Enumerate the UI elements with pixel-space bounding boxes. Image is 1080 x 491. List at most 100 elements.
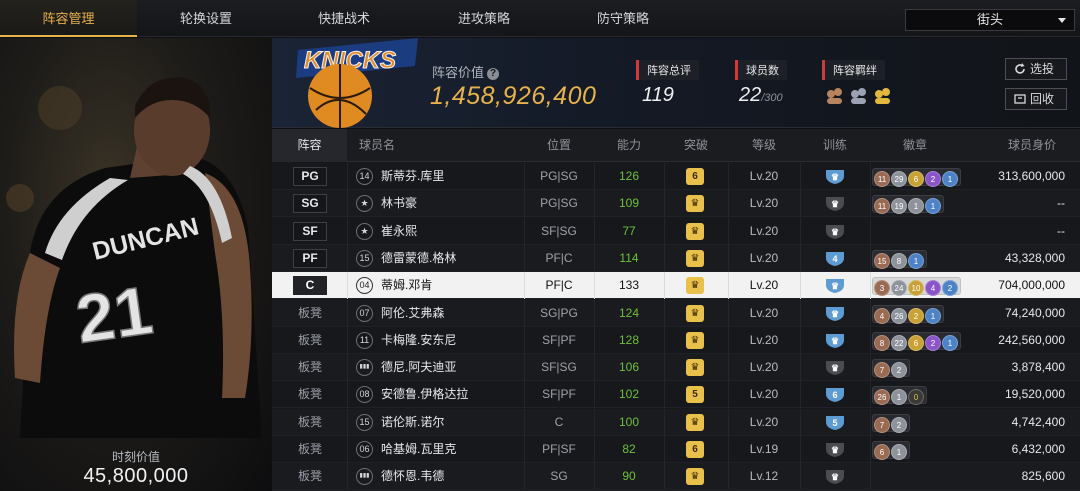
training-shield-icon[interactable]: ♛	[824, 168, 846, 185]
badge-bronze-icon: 3	[874, 280, 890, 297]
player-name[interactable]: 斯蒂芬.库里	[381, 163, 444, 190]
svg-text:♛: ♛	[831, 172, 839, 182]
tab-quick-tactics[interactable]: 快捷战术	[275, 0, 413, 37]
player-name[interactable]: 林书豪	[381, 190, 417, 217]
badge-group[interactable]: 11 29 6 2 1	[872, 168, 961, 187]
training-shield-icon[interactable]: ♛	[824, 277, 846, 294]
player-position: PG|SG	[540, 196, 578, 211]
player-name[interactable]: 蒂姆.邓肯	[381, 272, 432, 299]
badge-blue-icon: 1	[925, 307, 941, 324]
column-divider	[800, 190, 801, 218]
tab-lineup-management[interactable]: 阵容管理	[0, 0, 137, 37]
column-divider	[664, 463, 665, 491]
table-row[interactable]: 板凳 07 阿伦.艾弗森 SG|PG 124 ♛ Lv.20 ♛ 4 26 2 1 74,240,000	[272, 299, 1080, 327]
table-row[interactable]: 板凳 ▮▮▮ 德尼.阿夫迪亚 SF|SG 106 ♛ Lv.20 ♛ 7 2 3,878,400	[272, 354, 1080, 382]
training-shield-icon[interactable]: 5	[824, 414, 846, 431]
crown-icon: ♛	[686, 359, 704, 377]
badge-group[interactable]: 3 24 10 4 2	[872, 277, 961, 297]
badge-bronze-icon: 6	[874, 444, 890, 460]
player-level: Lv.20	[749, 332, 779, 347]
select-button[interactable]: 选投	[1005, 58, 1067, 80]
header-breakthrough: 突破	[683, 138, 708, 152]
training-shield-icon[interactable]: ♛	[824, 332, 846, 349]
svg-text:♛: ♛	[831, 309, 839, 319]
crown-icon: ♛	[686, 413, 704, 431]
training-shield-icon[interactable]: 4	[824, 250, 846, 267]
bench-label: 板凳	[297, 360, 322, 375]
training-locked-icon[interactable]: ♛	[824, 441, 846, 458]
badge-group[interactable]: 4 26 2 1	[872, 304, 944, 324]
badge-group[interactable]: 11 19 1 1	[872, 195, 944, 215]
player-name[interactable]: 安德鲁.伊格达拉	[381, 381, 468, 408]
badge-group[interactable]: 61	[872, 441, 910, 460]
table-row[interactable]: 板凳 15 诺伦斯.诺尔 C 100 ♛ Lv.20 5 7 2 4,742,400	[272, 408, 1080, 436]
breakthrough-badge: 5	[686, 386, 704, 404]
position-slot-sg[interactable]: SG	[293, 194, 327, 214]
training-locked-icon[interactable]: ♛	[824, 468, 846, 485]
player-ability: 124	[618, 305, 640, 320]
badge-group[interactable]: 8 22 6 2 1	[872, 331, 961, 351]
table-row[interactable]: 板凳 06 哈基姆.瓦里克 PF|SF 82 6 Lv.19 ♛ 6 1 6,432,000	[272, 436, 1080, 463]
tab-rotation-settings[interactable]: 轮换设置	[137, 0, 275, 37]
player-name[interactable]: 德雷蒙德.格林	[381, 245, 456, 272]
column-divider	[347, 190, 348, 218]
badge-group[interactable]: 26 1 0	[872, 386, 927, 406]
table-row[interactable]: SG ★ 林书豪 PG|SG 109 ♛ Lv.20 ♛ 11 19 1 1 --	[272, 190, 1080, 218]
player-level: Lv.20	[749, 414, 779, 429]
training-locked-icon[interactable]: ♛	[824, 359, 846, 376]
crown-icon: ♛	[686, 331, 704, 349]
help-icon[interactable]: ?	[487, 68, 500, 80]
badge-silver-icon: 24	[891, 280, 907, 297]
position-slot-c[interactable]: C	[293, 276, 327, 296]
position-slot-sf[interactable]: SF	[293, 221, 327, 241]
mode-dropdown[interactable]: 街头	[905, 9, 1075, 31]
table-row[interactable]: 板凳 ▮▮▮ 德怀恩.韦德 SG 90 ♛ Lv.12 ♛ 825,600	[272, 463, 1080, 491]
table-row[interactable]: PF 15 德雷蒙德.格林 PF|C 114 ♛ Lv.20 4 15 8 1 43,328,000	[272, 244, 1080, 272]
training-locked-icon[interactable]: ♛	[824, 223, 846, 240]
badge-dark-icon: 0	[908, 389, 924, 406]
training-locked-icon[interactable]: ♛	[824, 195, 846, 212]
header-player-name: 球员名	[358, 138, 395, 152]
column-divider	[800, 217, 801, 245]
badge-bronze-icon: 7	[874, 416, 890, 433]
training-shield-icon[interactable]: ♛	[824, 305, 846, 322]
lineup-summary: KNICKS 阵容价值? 1,458,926,400 阵容总评 119 球员数 …	[272, 38, 1080, 128]
table-row[interactable]: 板凳 08 安德鲁.伊格达拉 SF|PF 102 5 Lv.20 6 26 1 0 19,520,00…	[272, 381, 1080, 409]
column-divider	[870, 436, 871, 463]
player-name[interactable]: 德尼.阿夫迪亚	[381, 354, 456, 381]
badge-group[interactable]: 15 8 1	[872, 249, 927, 269]
player-ability: 100	[618, 414, 640, 429]
lineup-value-label: 阵容价值?	[432, 62, 500, 81]
player-name[interactable]: 德怀恩.韦德	[381, 463, 444, 490]
column-divider	[870, 463, 871, 491]
badge-group[interactable]: 72	[872, 413, 910, 433]
player-name[interactable]: 诺伦斯.诺尔	[381, 409, 444, 436]
breakthrough-badge: 6	[686, 168, 704, 185]
player-card[interactable]: DUNCAN 21 时刻价值 45,800,000	[0, 38, 272, 491]
table-row[interactable]: PG 14 斯蒂芬.库里 PG|SG 126 6 Lv.20 ♛ 11 29 6 2 1 313,600,…	[272, 163, 1080, 190]
player-name[interactable]: 卡梅隆.安东尼	[381, 327, 456, 354]
badge-group[interactable]: 72	[872, 359, 910, 379]
crown-icon: ♛	[686, 468, 704, 486]
recycle-button[interactable]: 回收	[1005, 88, 1067, 110]
bond-icons[interactable]	[825, 86, 897, 106]
table-row[interactable]: C 04 蒂姆.邓肯 PF|C 133 ♛ Lv.20 ♛ 3 24 10 4 2 704,000,000	[272, 272, 1080, 300]
tab-offense-strategy[interactable]: 进攻策略	[413, 0, 555, 37]
jersey-number-badge: 08	[356, 386, 373, 404]
player-position: SF|PF	[542, 332, 576, 347]
column-divider	[870, 190, 871, 218]
column-divider	[347, 217, 348, 245]
position-slot-pg[interactable]: PG	[293, 167, 327, 186]
table-row[interactable]: SF ★ 崔永熙 SF|SG 77 ♛ Lv.20 ♛ --	[272, 217, 1080, 245]
column-divider	[800, 463, 801, 491]
column-divider	[870, 244, 871, 272]
player-name[interactable]: 哈基姆.瓦里克	[381, 436, 456, 463]
player-name[interactable]: 阿伦.艾弗森	[381, 300, 444, 327]
position-slot-pf[interactable]: PF	[293, 248, 327, 268]
tab-defense-strategy[interactable]: 防守策略	[555, 0, 691, 37]
player-name[interactable]: 崔永熙	[381, 218, 417, 245]
training-shield-icon[interactable]: 6	[824, 386, 846, 403]
table-row[interactable]: 板凳 11 卡梅隆.安东尼 SF|PF 128 ♛ Lv.20 ♛ 8 22 6 2 1 242,560,…	[272, 326, 1080, 354]
player-position: SF|PF	[542, 387, 576, 402]
svg-text:♛: ♛	[831, 336, 839, 346]
